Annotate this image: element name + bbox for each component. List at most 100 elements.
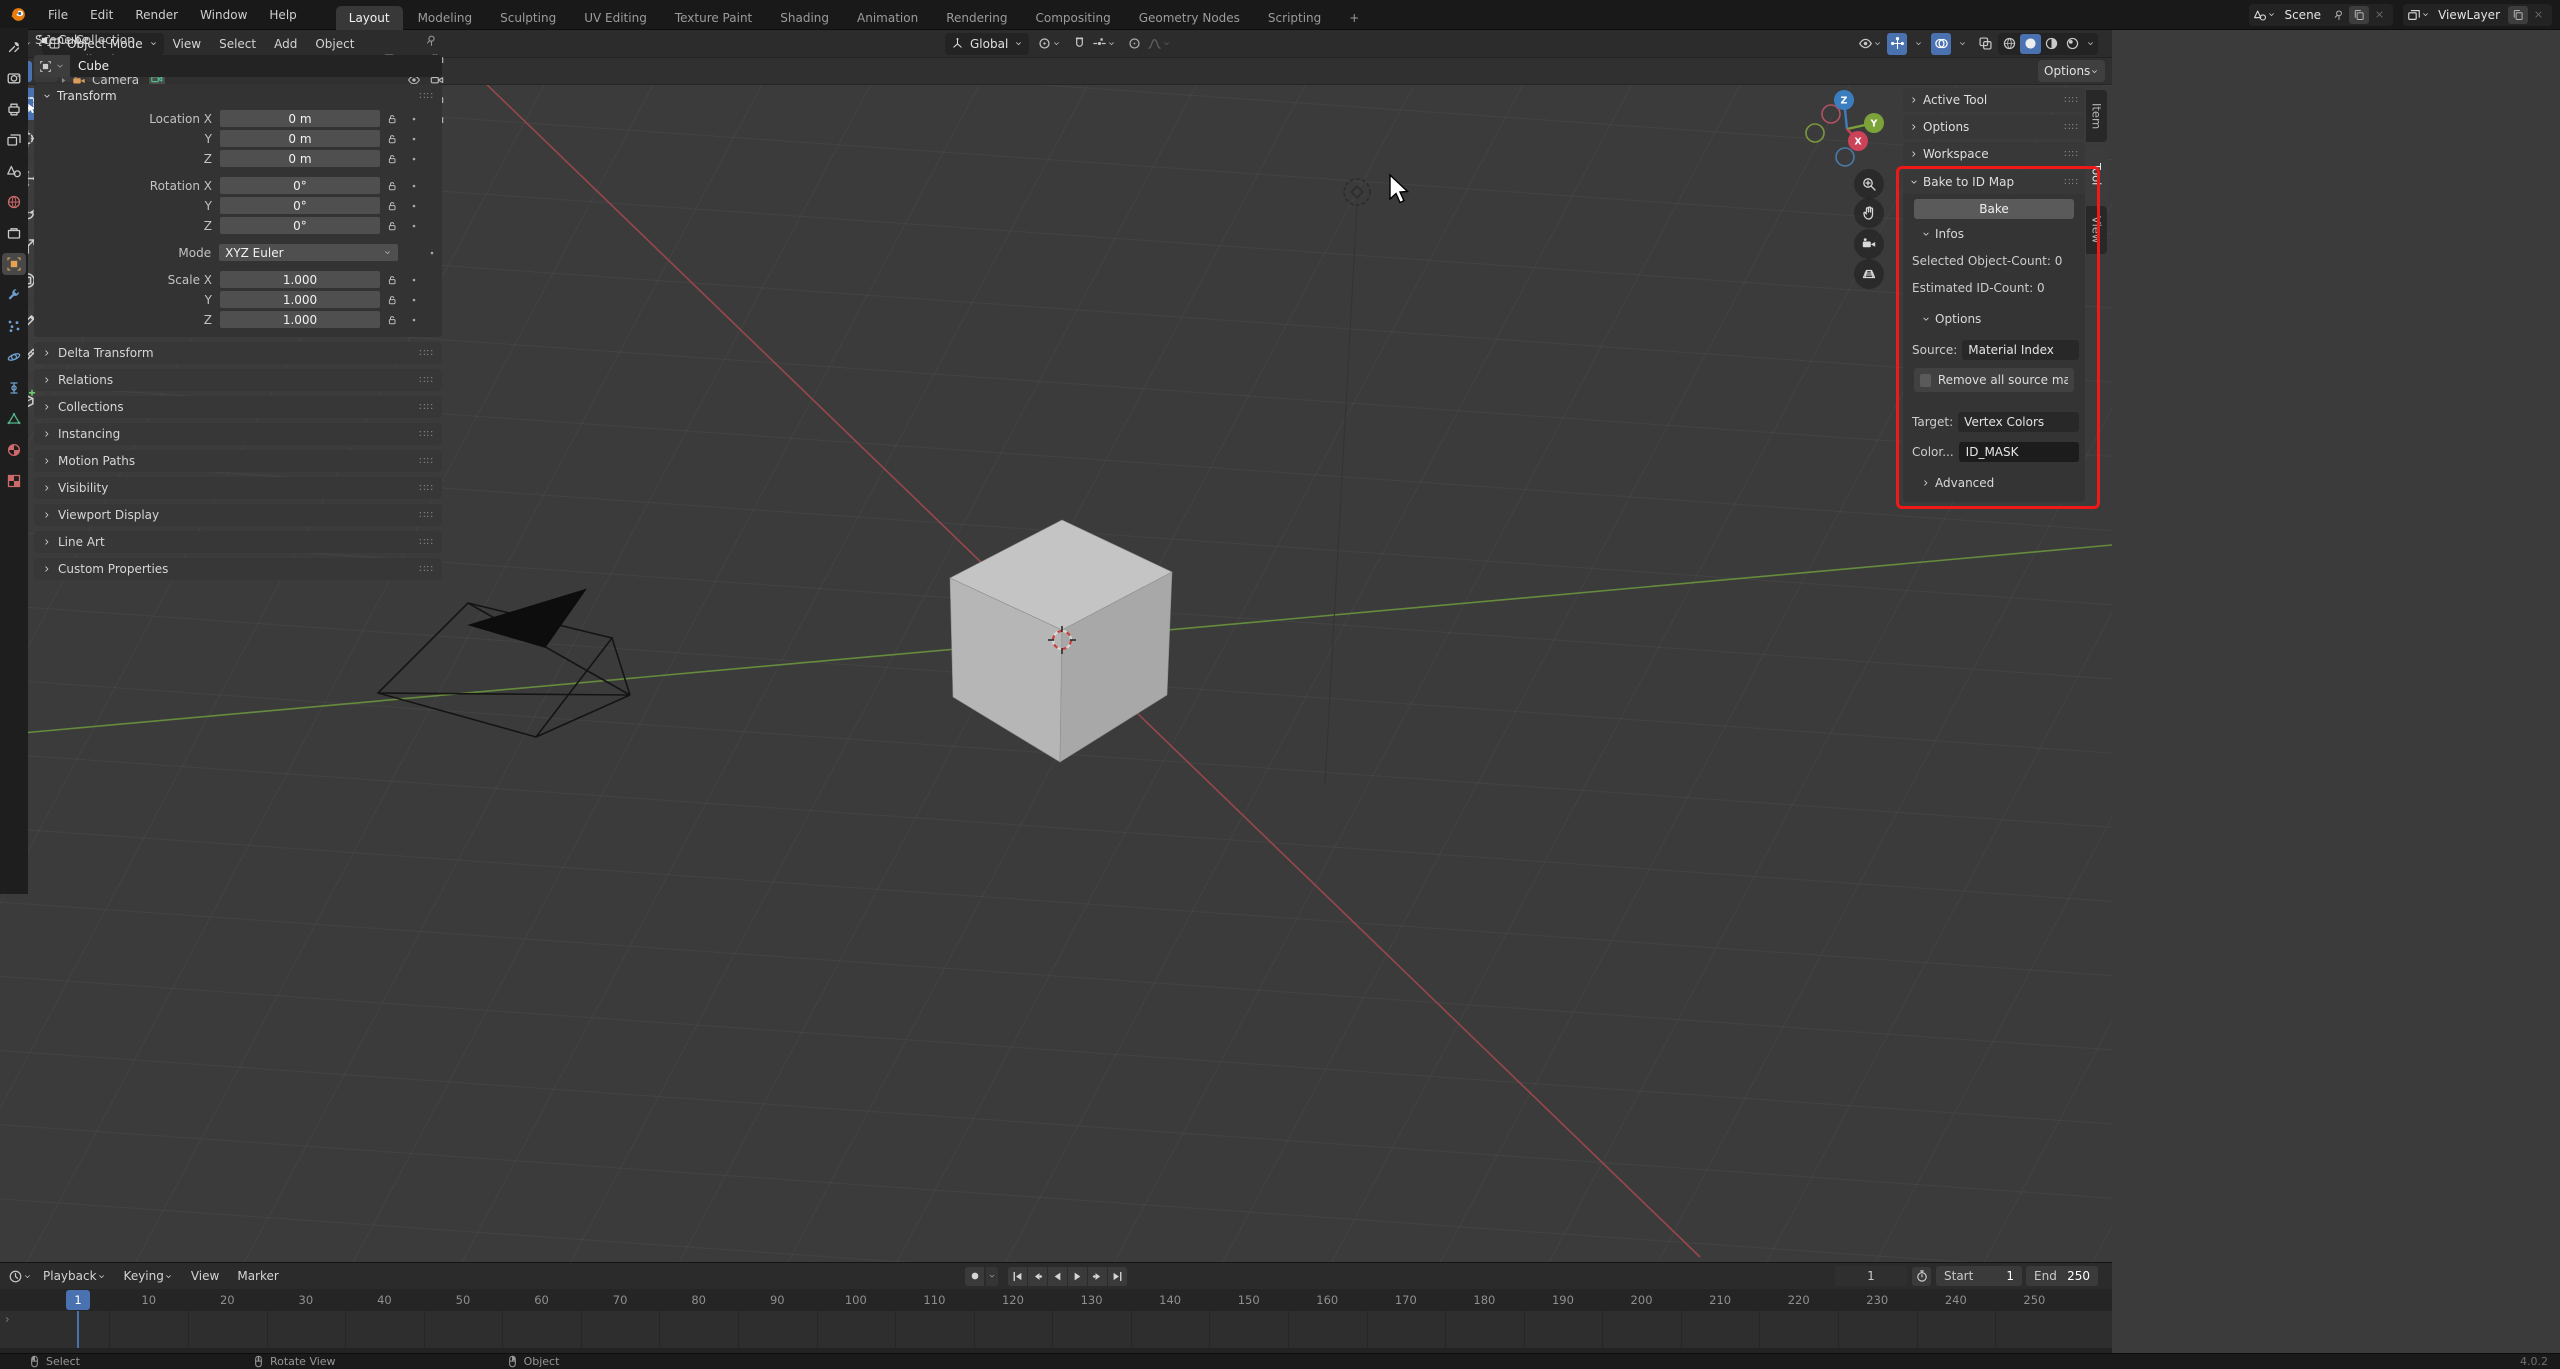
transport-jump-last-button[interactable] [1108,1266,1127,1286]
properties-tab-output[interactable] [2,98,26,120]
workspace-tab-shading[interactable]: Shading [767,6,842,30]
timeline-track[interactable] [0,1311,2112,1348]
animate-dot-icon[interactable] [404,114,424,124]
sidebar-tab-item[interactable]: Item [2086,90,2107,142]
properties-tab-physics[interactable] [2,346,26,368]
animate-dot-icon[interactable] [404,181,424,191]
source-dropdown[interactable]: Material Index [1962,340,2079,360]
animate-dot-icon[interactable] [404,154,424,164]
properties-tab-modifiers[interactable] [2,284,26,306]
overlays-dropdown[interactable] [1952,33,1972,55]
panel-grip[interactable]: ∷∷ [419,564,434,575]
playhead[interactable]: 1 [66,1290,90,1310]
timeline-editor-type[interactable] [6,1265,34,1287]
value-field[interactable]: 0° [220,197,380,214]
subpanel-infos[interactable]: Infos [1921,227,1964,241]
panel-grip[interactable]: ∷∷ [419,456,434,467]
timeline-menu-playback[interactable]: Playback [34,1269,115,1283]
pin-icon[interactable] [425,34,438,47]
object-id-selector[interactable] [34,55,70,77]
sidebar-tab-view[interactable]: View [2086,206,2107,254]
lock-open-icon[interactable] [380,113,404,125]
properties-tab-constraints[interactable] [2,377,26,399]
panel-grip[interactable]: ∷∷ [419,375,434,386]
scene-selector[interactable]: Scene [2249,3,2394,26]
properties-tab-collection[interactable] [2,222,26,244]
panel-header-options[interactable]: Options ∷∷ [1903,115,2085,139]
panel-header-viewport-display[interactable]: Viewport Display ∷∷ [34,504,442,526]
transport-jump-first-button[interactable] [1008,1266,1027,1286]
topbar-menu-edit[interactable]: Edit [79,0,124,29]
copy-icon[interactable] [2508,5,2528,24]
lock-open-icon[interactable] [380,153,404,165]
workspace-tab-+[interactable]: + [1336,6,1372,30]
subpanel-options[interactable]: Options [1921,312,1981,326]
nav-zoom-button[interactable] [1854,169,1884,199]
proportional-falloff-dropdown[interactable] [1145,33,1173,55]
animate-dot-icon[interactable] [422,248,442,258]
show-overlays-toggle[interactable] [1931,32,1951,55]
viewlayer-name[interactable]: ViewLayer [2430,8,2508,22]
visibility-dropdown[interactable] [1856,33,1884,55]
mode-dropdown[interactable]: XYZ Euler [219,244,399,261]
nav-pan-button[interactable] [1854,198,1884,228]
workspace-tab-layout[interactable]: Layout [335,5,403,30]
scene-name[interactable]: Scene [2276,8,2329,22]
object-name-field[interactable]: Cube [70,55,442,77]
timeline-menu-view[interactable]: View [182,1269,228,1283]
lock-open-icon[interactable] [380,294,404,306]
transport-prev-keyframe-button[interactable] [1028,1266,1047,1286]
frame-start-field[interactable]: Start 1 [1936,1266,2022,1286]
panel-header-active-tool[interactable]: Active Tool ∷∷ [1903,88,2085,112]
topbar-menu-render[interactable]: Render [124,0,189,29]
panel-header-workspace[interactable]: Workspace ∷∷ [1903,142,2085,166]
workspace-tab-modeling[interactable]: Modeling [405,6,486,30]
properties-tab-scene[interactable] [2,160,26,182]
workspace-tab-compositing[interactable]: Compositing [1022,6,1123,30]
panel-grip[interactable]: ∷∷ [419,429,434,440]
timeline-menu-marker[interactable]: Marker [228,1269,287,1283]
lock-open-icon[interactable] [380,133,404,145]
light-object[interactable] [1343,178,1371,206]
color-attribute-field[interactable]: ID_MASK [1958,442,2079,462]
animate-dot-icon[interactable] [404,134,424,144]
target-dropdown[interactable]: Vertex Colors [1958,412,2079,432]
pivot-point-dropdown[interactable] [1035,33,1063,55]
frame-end-field[interactable]: End 250 [2026,1266,2098,1286]
panel-grip[interactable]: ∷∷ [419,348,434,359]
workspace-tab-rendering[interactable]: Rendering [933,6,1020,30]
workspace-tab-uv-editing[interactable]: UV Editing [571,6,660,30]
gizmo-dropdown[interactable] [1908,33,1928,55]
properties-tab-material[interactable] [2,439,26,461]
timeline-menu-keying[interactable]: Keying [115,1269,182,1283]
shading-dropdown[interactable] [2083,34,2097,54]
panel-grip[interactable]: ∷∷ [419,537,434,548]
snap-with-dropdown[interactable] [1090,33,1118,55]
lock-open-icon[interactable] [380,274,404,286]
transform-panel-header[interactable]: Transform ∷∷ [34,84,442,108]
workspace-tab-scripting[interactable]: Scripting [1255,6,1334,30]
copy-icon[interactable] [2349,5,2370,24]
panel-header-visibility[interactable]: Visibility ∷∷ [34,477,442,499]
panel-header-bake-to-id-map[interactable]: Bake to ID Map ∷∷ [1903,170,2085,194]
animate-dot-icon[interactable] [404,275,424,285]
panel-header-line-art[interactable]: Line Art ∷∷ [34,531,442,553]
workspace-tab-animation[interactable]: Animation [844,6,931,30]
panel-grip[interactable]: ∷∷ [419,91,434,102]
animate-dot-icon[interactable] [404,295,424,305]
blender-logo-icon[interactable] [0,6,37,23]
tool-options-button[interactable]: Options [2038,60,2106,82]
workspace-tab-texture-paint[interactable]: Texture Paint [662,6,765,30]
properties-tab-tool[interactable] [2,36,26,58]
nav-camera-view-button[interactable] [1854,229,1884,259]
bake-button[interactable]: Bake [1914,199,2074,219]
panel-grip[interactable]: ∷∷ [2064,149,2079,160]
sidebar-tab-tool[interactable]: Tool [2086,148,2107,200]
panel-grip[interactable]: ∷∷ [419,510,434,521]
properties-tab-texture[interactable] [2,470,26,492]
channel-expand-arrow[interactable] [3,1315,12,1324]
properties-tab-world[interactable] [2,191,26,213]
value-field[interactable]: 0 m [220,110,380,127]
value-field[interactable]: 0 m [220,150,380,167]
value-field[interactable]: 1.000 [220,291,380,308]
